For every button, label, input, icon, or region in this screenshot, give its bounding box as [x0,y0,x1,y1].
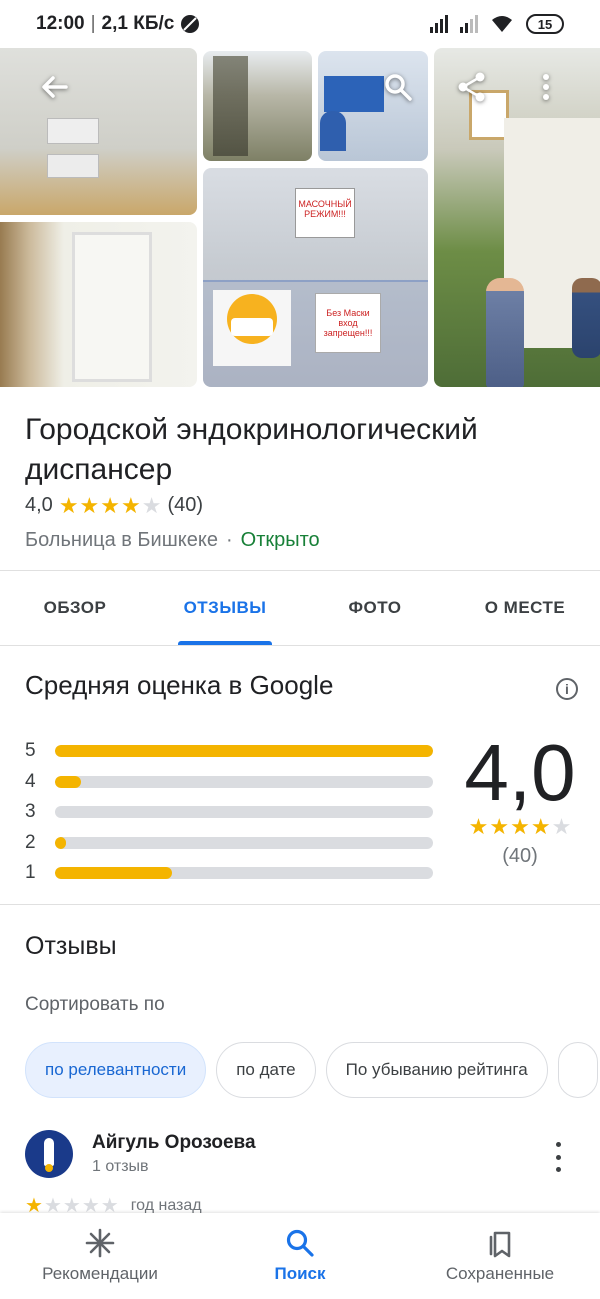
review-more-icon[interactable] [548,1142,568,1172]
star-icon: ★ [489,814,510,839]
tab-overview[interactable]: ОБЗОР [0,571,150,645]
search-icon [286,1229,314,1257]
sparkle-icon [85,1228,115,1258]
reviewer-meta: 1 отзыв [92,1158,149,1175]
rating-bar-fill [55,867,173,880]
signal-icon-2 [460,15,478,33]
star-icon: ★ [530,814,551,839]
sort-label: Сортировать по [25,994,165,1015]
average-count: (40) [502,845,538,867]
rating-bar-label: 4 [25,770,36,792]
sort-chip-rating-desc[interactable]: По убыванию рейтинга [325,1042,548,1098]
rating-bar-label: 1 [25,862,36,884]
back-arrow-icon[interactable] [32,65,76,109]
bottom-navigation: Рекомендации Поиск Сохраненные [0,1213,600,1299]
rating-distribution: 5 4 3 2 1 [25,736,435,889]
reviews-heading: Отзывы [25,932,117,960]
rating-stars: ★ ★ ★ ★ ★ [58,492,162,518]
star-empty-icon: ★ [141,492,162,518]
star-icon: ★ [468,814,489,839]
no-mask-sign: Без Маски вход запрещен!!! [315,293,381,353]
category-line: Больница в Бишкеке · Открыто [25,529,585,552]
place-header: Городской эндокринологический диспансер … [25,410,585,552]
nav-explore[interactable]: Рекомендации [0,1213,200,1299]
tab-reviews[interactable]: ОТЗЫВЫ [150,571,300,645]
wifi-icon [492,16,512,32]
more-vert-icon[interactable] [524,65,568,109]
rating-bar-2: 2 [25,828,435,859]
star-icon: ★ [79,492,100,518]
average-score-value: 4,0 [464,728,576,817]
rating-bar-fill [55,836,67,849]
dot-separator: · [225,529,233,551]
sort-chips: по релевантности по дате По убыванию рей… [25,1042,598,1098]
rating-bar-fill [55,775,82,788]
status-right: 15 [430,14,564,34]
review-count: (40) [167,494,204,516]
sort-chip-date[interactable]: по дате [216,1042,316,1098]
mask-regime-sign: МАСОЧНЫЙ РЕЖИМ!!! [295,188,355,238]
nav-search[interactable]: Поиск [200,1213,400,1299]
network-speed: 2,1 КБ/с [101,13,175,34]
reviewer-name[interactable]: Айгуль Орозоева [92,1132,256,1154]
star-icon: ★ [58,492,79,518]
star-icon: ★ [510,814,530,839]
rating-bar-3: 3 [25,797,435,828]
battery-icon: 15 [526,14,564,34]
nav-saved[interactable]: Сохраненные [400,1213,600,1299]
rating-bar-label: 5 [25,740,36,762]
photo-gallery[interactable]: МАСОЧНЫЙ РЕЖИМ!!! Без Маски вход запреще… [0,48,600,388]
photo-corridor[interactable] [0,222,197,387]
rating-value: 4,0 [25,494,53,516]
search-icon[interactable] [376,65,420,109]
bookmarks-icon [489,1231,511,1258]
nav-label: Сохраненные [445,1264,555,1283]
status-left: 12:00 | 2,1 КБ/с [36,13,200,35]
average-stars: ★ ★ ★ ★ ★ [469,816,572,838]
photo-door-plaques[interactable] [0,48,197,215]
tab-about[interactable]: О МЕСТЕ [450,571,600,645]
rating-bar-label: 3 [25,801,36,823]
section-divider [0,904,600,905]
rating-bar-5: 5 [25,736,435,767]
photo-building-tree[interactable] [203,51,312,161]
rating-bar-label: 2 [25,831,36,853]
tab-photos[interactable]: ФОТО [300,571,450,645]
nav-label: Рекомендации [42,1264,158,1283]
rating-summary: Средняя оценка в Google i 5 4 3 2 1 4,0 … [25,670,580,883]
no-disturb-icon [181,15,200,33]
signal-icon [430,15,448,33]
place-tabs: ОБЗОР ОТЗЫВЫ ФОТО О МЕСТЕ [0,570,600,646]
star-icon: ★ [100,492,121,518]
rating-bar-fill [55,745,433,758]
star-empty-icon: ★ [551,814,572,839]
sort-chip-relevance[interactable]: по релевантности [25,1042,207,1098]
share-icon[interactable] [450,65,494,109]
avatar[interactable] [25,1130,73,1178]
summary-title: Средняя оценка в Google [25,670,334,700]
status-bar: 12:00 | 2,1 КБ/с 15 [0,0,600,48]
photo-mask-signs[interactable]: МАСОЧНЫЙ РЕЖИМ!!! Без Маски вход запреще… [203,168,428,387]
status-separator: | [90,13,96,34]
place-category: Больница в Бишкеке [25,529,218,551]
status-time: 12:00 [36,13,85,34]
place-title: Городской эндокринологический диспансер [25,413,478,486]
rating-bar-1: 1 [25,858,435,889]
rating-line[interactable]: 4,0 ★ ★ ★ ★ ★ (40) [25,494,585,517]
open-status: Открыто [240,529,320,551]
rating-bar-4: 4 [25,767,435,798]
star-icon: ★ [121,492,141,518]
average-score: 4,0 ★ ★ ★ ★ ★ (40) [460,730,580,868]
sort-chip-more[interactable] [557,1042,598,1098]
info-icon[interactable]: i [556,678,578,700]
nav-label: Поиск [274,1264,326,1283]
